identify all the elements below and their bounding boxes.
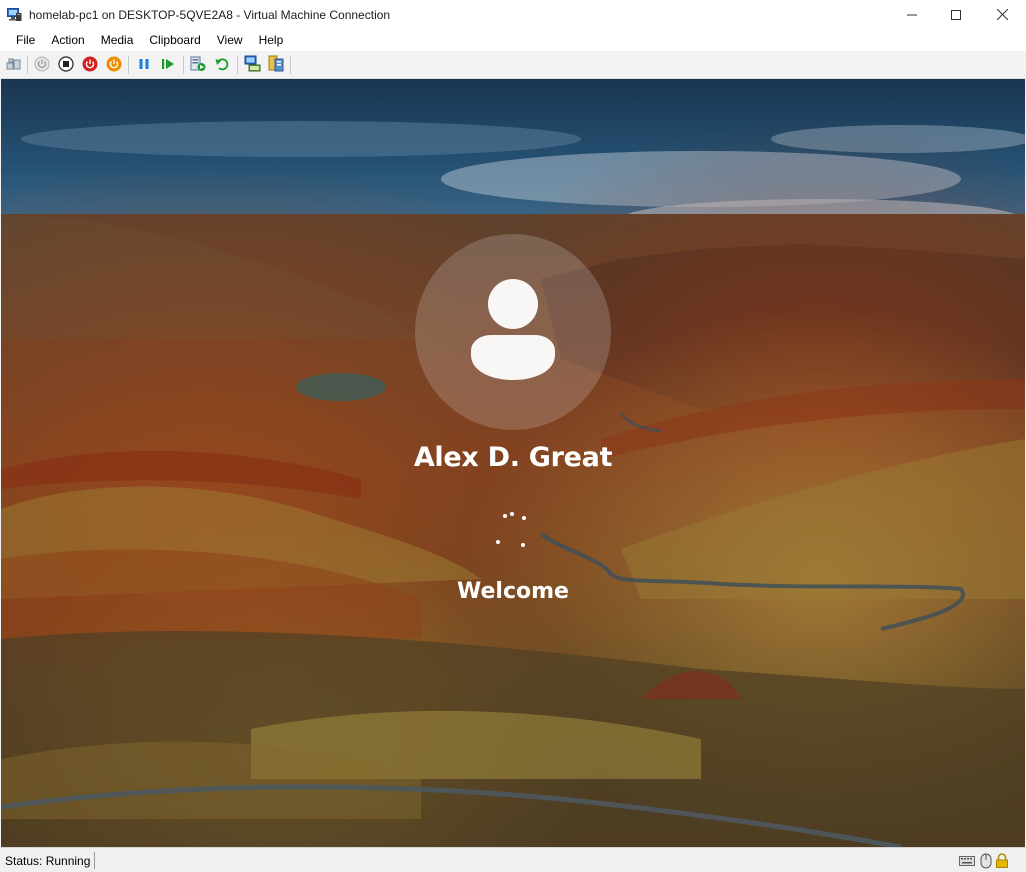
ctrl-alt-del-button[interactable]: [5, 56, 23, 74]
maximize-icon: [951, 9, 961, 20]
menu-file[interactable]: File: [8, 29, 43, 51]
shut-down-button[interactable]: [81, 56, 99, 74]
turn-off-icon: [58, 55, 74, 75]
vm-status: Status: Running: [5, 854, 91, 868]
minimize-icon: [907, 10, 917, 20]
resume-button[interactable]: [159, 56, 177, 74]
checkpoint-icon: [190, 56, 206, 75]
shut-down-icon: [82, 56, 98, 75]
toolbar-separator: [290, 56, 291, 74]
resume-icon: [160, 56, 176, 75]
turn-off-button[interactable]: [57, 55, 75, 75]
save-state-button[interactable]: [105, 56, 123, 74]
toolbar-separator: [183, 56, 184, 74]
user-avatar-icon: [467, 279, 559, 384]
minimize-button[interactable]: [889, 0, 935, 29]
start-button[interactable]: [33, 56, 51, 74]
revert-button[interactable]: [213, 56, 231, 74]
status-bar: Status: Running: [0, 847, 1026, 872]
window-title: homelab-pc1 on DESKTOP-5QVE2A8 - Virtual…: [29, 8, 391, 22]
lock-icon: [995, 853, 1010, 868]
enhanced-session-icon: [244, 55, 261, 75]
save-state-icon: [106, 56, 122, 75]
close-button[interactable]: [979, 0, 1025, 29]
ctrl-alt-del-icon: [6, 56, 22, 75]
menu-action[interactable]: Action: [43, 29, 92, 51]
menu-view[interactable]: View: [209, 29, 251, 51]
loading-spinner-icon: [495, 510, 529, 550]
pause-button[interactable]: [135, 56, 153, 74]
toolbar: [0, 51, 1026, 79]
toolbar-separator: [27, 56, 28, 74]
start-icon: [34, 56, 50, 75]
title-bar: homelab-pc1 on DESKTOP-5QVE2A8 - Virtual…: [0, 0, 1026, 29]
keyboard-icon: [959, 853, 975, 868]
pause-icon: [136, 56, 152, 75]
toolbar-separator: [237, 56, 238, 74]
mouse-icon: [980, 853, 995, 869]
revert-icon: [214, 56, 230, 75]
menu-media[interactable]: Media: [93, 29, 142, 51]
vm-display[interactable]: Alex D. Great Welcome: [1, 79, 1025, 847]
share-icon: [268, 55, 285, 75]
enhanced-session-button[interactable]: [243, 55, 261, 75]
checkpoint-button[interactable]: [189, 56, 207, 74]
toolbar-separator: [128, 56, 129, 74]
share-button[interactable]: [267, 55, 285, 75]
maximize-button[interactable]: [933, 0, 979, 29]
menu-help[interactable]: Help: [251, 29, 292, 51]
virtual-machine-icon: [7, 7, 22, 22]
status-separator: [94, 852, 95, 869]
welcome-message: Welcome: [457, 579, 569, 604]
close-icon: [996, 9, 1008, 20]
user-name: Alex D. Great: [413, 442, 613, 473]
menu-bar: File Action Media Clipboard View Help: [0, 29, 1026, 51]
menu-clipboard[interactable]: Clipboard: [141, 29, 208, 51]
